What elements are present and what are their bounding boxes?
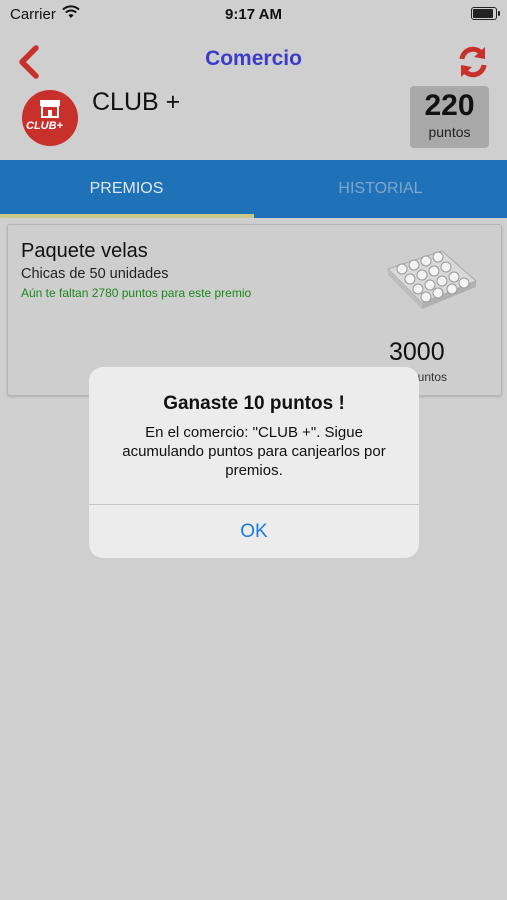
store-icon [40, 100, 60, 118]
prize-subtitle: Chicas de 50 unidades [21, 266, 169, 282]
points-value: 220 [424, 89, 475, 122]
merchant-name: CLUB + [92, 88, 181, 116]
prize-title: Paquete velas [21, 240, 148, 262]
tab-indicator [0, 214, 254, 218]
alert-dialog: Ganaste 10 puntos ! En el comercio: "CLU… [89, 367, 419, 558]
ok-button[interactable]: OK [89, 505, 419, 558]
points-label: puntos [428, 124, 471, 140]
tab-historial[interactable]: HISTORIAL [254, 160, 507, 218]
page-title: Comercio [205, 47, 302, 70]
refresh-icon[interactable] [455, 44, 491, 80]
dialog-title: Ganaste 10 puntos ! [163, 393, 345, 414]
points-badge: 220 puntos [410, 86, 489, 148]
dialog-message: En el comercio: "CLUB +". Sigue acumulan… [122, 424, 386, 479]
tab-bar: PREMIOS HISTORIAL [0, 160, 507, 218]
status-bar: Carrier 9:17 AM [0, 0, 507, 30]
battery-icon [471, 7, 500, 20]
merchant-logo: CLUB+ [22, 90, 78, 146]
tab-premios[interactable]: PREMIOS [0, 160, 253, 218]
battery-fill [473, 9, 493, 18]
logo-text: CLUB+ [26, 120, 63, 132]
candles-image [387, 250, 477, 309]
prize-points-value: 3000 [389, 338, 445, 366]
prize-note: Aún te faltan 2780 puntos para este prem… [21, 286, 252, 300]
clock: 9:17 AM [225, 6, 282, 23]
